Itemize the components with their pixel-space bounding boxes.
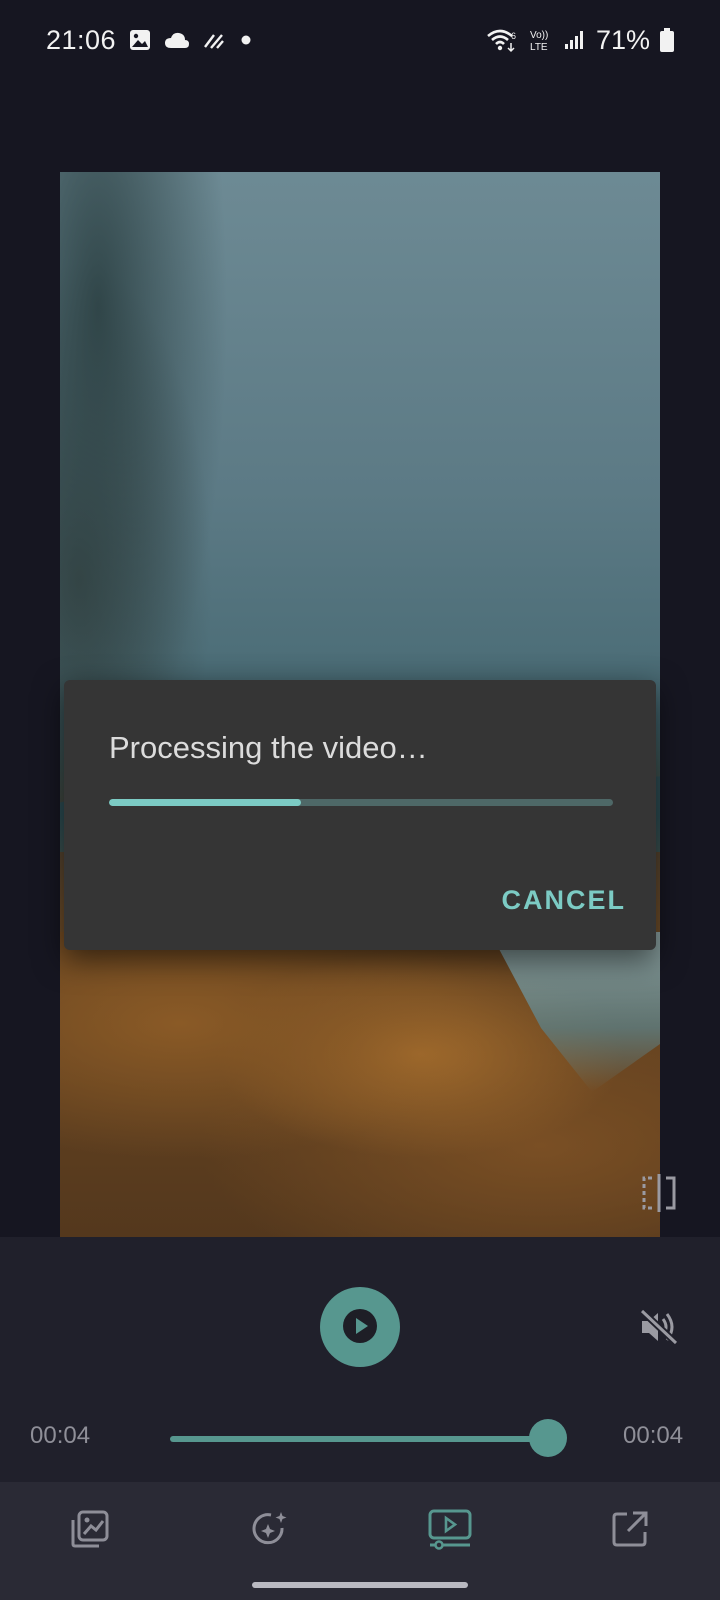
mute-button[interactable] [635, 1307, 683, 1351]
processing-dialog: Processing the video… CANCEL [64, 680, 656, 950]
wifi-icon: 6 [486, 27, 518, 53]
svg-text:Vo)): Vo)) [530, 30, 548, 41]
play-button[interactable] [320, 1287, 400, 1367]
video-preview-icon [427, 1508, 473, 1555]
data-saver-icon [202, 29, 226, 51]
svg-text:6: 6 [511, 31, 516, 41]
current-time: 00:04 [30, 1422, 91, 1449]
nav-item-effects[interactable] [245, 1506, 295, 1556]
compare-icon[interactable] [638, 1172, 680, 1214]
status-time: 21:06 [46, 24, 117, 55]
battery-percent: 71% [595, 24, 650, 55]
home-indicator[interactable] [252, 1582, 468, 1588]
nav-item-video-preview[interactable] [425, 1506, 475, 1556]
dialog-title: Processing the video… [109, 730, 428, 765]
volume-off-icon [638, 1307, 680, 1352]
play-icon [342, 1308, 378, 1347]
player-controls: 00:04 00:04 [0, 1237, 720, 1482]
svg-text:LTE: LTE [530, 42, 548, 53]
gallery-icon [128, 28, 152, 52]
total-time: 00:04 [623, 1422, 684, 1449]
nav-item-export[interactable] [605, 1506, 655, 1556]
magic-filter-icon [249, 1508, 291, 1555]
progress-bar [109, 799, 613, 806]
dot-icon [238, 32, 254, 48]
status-bar-left: 21:06 [46, 25, 254, 56]
status-bar: 21:06 6 Vo)) LTE 71% [0, 0, 720, 80]
signal-icon [564, 29, 586, 51]
status-bar-right: 6 Vo)) LTE 71% [486, 25, 674, 56]
battery-icon [660, 28, 674, 52]
share-export-icon [609, 1508, 651, 1555]
progress-fill [109, 799, 301, 806]
cloud-icon [164, 30, 190, 50]
seek-thumb[interactable] [529, 1419, 567, 1457]
image-edit-icon [69, 1508, 111, 1555]
volte-icon: Vo)) LTE [528, 27, 554, 53]
nav-item-image-edit[interactable] [65, 1506, 115, 1556]
cancel-button[interactable]: CANCEL [502, 885, 627, 916]
seek-bar[interactable] [170, 1436, 548, 1442]
